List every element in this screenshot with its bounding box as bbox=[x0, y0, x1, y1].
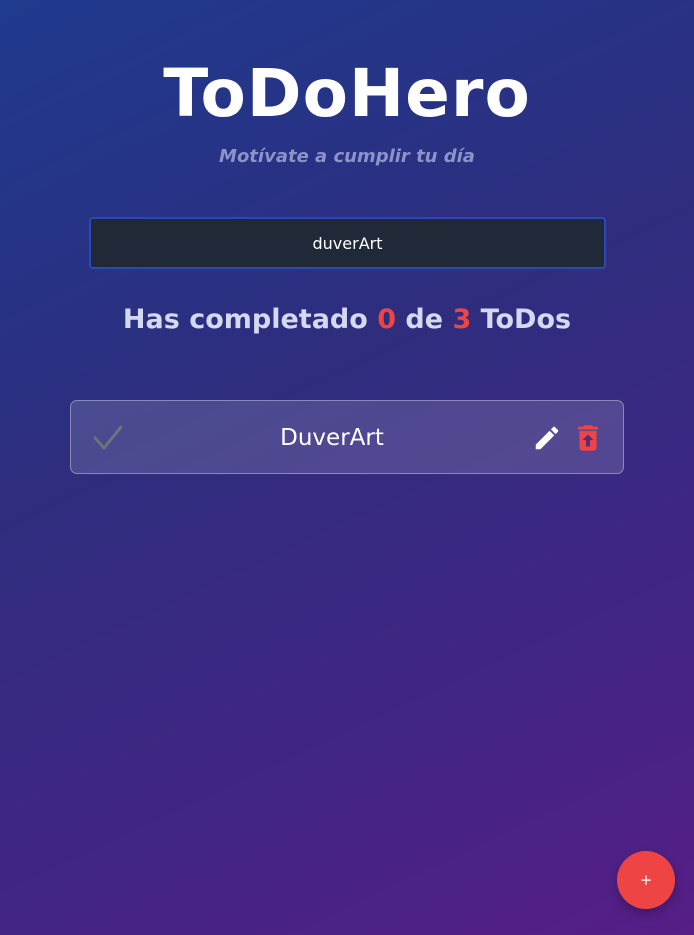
total-count: 3 bbox=[452, 304, 472, 335]
todo-search-input[interactable] bbox=[89, 217, 606, 269]
progress-suffix: ToDos bbox=[480, 304, 572, 335]
todo-item: DuverArt bbox=[70, 400, 624, 474]
progress-prefix: Has completado bbox=[122, 304, 368, 335]
add-todo-button[interactable]: + bbox=[617, 851, 675, 909]
progress-counter: Has completado 0 de 3 ToDos bbox=[0, 300, 694, 340]
check-icon[interactable] bbox=[91, 421, 125, 455]
completed-count: 0 bbox=[377, 304, 396, 335]
todo-text: DuverArt bbox=[280, 425, 384, 451]
trash-icon[interactable] bbox=[571, 421, 605, 455]
app-subtitle: Motívate a cumplir tu día bbox=[219, 146, 475, 167]
pencil-icon[interactable] bbox=[532, 423, 562, 453]
app-title: ToDoHero bbox=[163, 55, 531, 132]
progress-middle: de bbox=[405, 304, 444, 335]
